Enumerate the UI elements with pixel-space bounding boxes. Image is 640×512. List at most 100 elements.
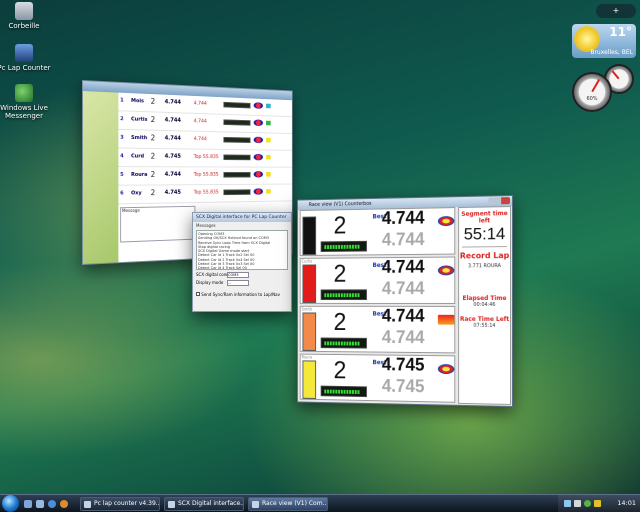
lane-driver-name: Curtis	[302, 259, 313, 264]
driver-name: Curtis	[131, 117, 147, 123]
best-lap-time: 4.744	[165, 135, 181, 142]
lane-best-time: 4.744	[382, 306, 425, 327]
lane-best-time: 4.744	[382, 257, 425, 278]
car-icon	[438, 364, 454, 374]
scx-port-select[interactable]: COM3	[227, 272, 249, 278]
volume-icon[interactable]	[574, 500, 581, 507]
lane-color-swatch	[266, 138, 271, 143]
lap-count: 2	[151, 152, 155, 161]
lane-color-swatch	[266, 155, 271, 160]
weather-temperature: 11°	[609, 25, 632, 39]
segment-time-label: Segment time left	[459, 210, 510, 225]
desktop-icon-label: Windows Live Messenger	[0, 104, 54, 120]
lane-color-indicator	[302, 312, 316, 350]
best-lap-time: 4.744	[165, 171, 181, 178]
car-icon	[254, 102, 263, 109]
scx-messages-label: Messages	[193, 222, 291, 229]
lap-count: 2	[151, 170, 155, 179]
race-time-left-value: 07:55:14	[459, 323, 510, 329]
messenger-tray-icon[interactable]	[584, 500, 591, 507]
lap-table-row: 3 Smith 2 4.744 4.744	[118, 130, 292, 151]
scx-window-title[interactable]: SCX Digital interface for PC Lap Counter	[193, 213, 291, 222]
fuel-level	[324, 245, 359, 249]
desktop-icon-recycle-bin[interactable]: Corbeille	[0, 2, 54, 30]
elapsed-time-value: 00:04:46	[459, 302, 510, 308]
lap-count: 2	[151, 97, 155, 106]
taskbar-clock[interactable]: 14:01	[617, 499, 636, 507]
desktop-icon-messenger[interactable]: Windows Live Messenger	[0, 84, 54, 120]
lane-fuel-bar	[321, 289, 367, 300]
fuel-level	[324, 341, 359, 345]
driver-name: Mois	[131, 98, 144, 104]
driver-name: Roura	[131, 172, 147, 178]
weather-gadget[interactable]: 11° Bruxelles, BEL	[572, 24, 636, 58]
scx-digital-interface-window[interactable]: SCX Digital interface for PC Lap Counter…	[192, 212, 292, 312]
fuel-bar	[223, 154, 250, 160]
lap-table-row: 5 Roura 2 4.744 Top 55.835	[118, 167, 292, 186]
lap-count: 2	[151, 115, 155, 124]
fuel-level	[324, 390, 359, 395]
taskbar-item-scx-digital[interactable]: SCX Digital interface...	[164, 497, 244, 511]
fuel-bar	[223, 102, 250, 109]
start-button[interactable]	[2, 495, 19, 512]
car-icon	[438, 265, 454, 275]
position: 2	[120, 116, 123, 122]
switch-windows-icon[interactable]	[36, 500, 44, 508]
race-window-title: Race view (V1) Counterbox	[309, 201, 372, 208]
scx-message-log[interactable]: Opening COM3 Sending OK/SCX Hot/rod found…	[196, 230, 288, 270]
lane-best-time: 4.744	[382, 208, 425, 229]
record-lap-label: Record Lap	[459, 251, 510, 260]
lane-driver-name: Smith	[302, 307, 313, 312]
driver-name: Oxy	[131, 190, 142, 196]
security-icon[interactable]	[594, 500, 601, 507]
checkbox-icon[interactable]	[196, 292, 200, 296]
race-lane: 2 Best 4.744 4.744	[300, 207, 456, 256]
driver-name: Curd	[131, 154, 144, 160]
lane-color-indicator	[302, 265, 316, 303]
race-lane: Smith 2 Best 4.744 4.744	[300, 306, 456, 354]
lane-color-swatch	[266, 172, 271, 177]
sidebar-add-gadget-button[interactable]: +	[596, 4, 636, 18]
browser-icon[interactable]	[48, 500, 56, 508]
scx-checkbox-row[interactable]: Send Sync/Ram information to Lap/Nav	[193, 291, 291, 299]
fuel-bar	[223, 189, 250, 195]
best-lap-time: 4.744	[165, 117, 181, 124]
taskbar-item-race-view[interactable]: Race view (V1) Com...	[248, 497, 328, 511]
car-icon	[254, 188, 263, 194]
top-speed: 4.744	[194, 101, 207, 107]
desktop-icon-pc-lap-counter[interactable]: Pc Lap Counter	[0, 44, 54, 72]
taskbar-item-pc-lap-counter[interactable]: Pc lap counter v4.39...	[80, 497, 160, 511]
lane-last-time: 4.745	[382, 376, 425, 397]
lap-table-row: 4 Curd 2 4.745 Top 55.835	[118, 148, 292, 167]
pc-lap-counter-icon	[15, 44, 33, 62]
lane-color-indicator	[302, 360, 316, 399]
lap-table-row: 6 Oxy 2 4.745 Top 55.835	[118, 184, 292, 204]
media-player-icon[interactable]	[60, 500, 68, 508]
gauge-needle	[591, 79, 600, 92]
lane-driver-name: Roura	[302, 355, 313, 360]
gauge-value: 60%	[574, 96, 610, 102]
lane-fuel-bar	[321, 386, 367, 397]
scx-port-row: SCX digital connected to COM3	[193, 271, 291, 279]
window-controls[interactable]	[488, 197, 510, 204]
race-view-window[interactable]: Race view (V1) Counterbox 2 Best 4.744 4.74…	[297, 195, 513, 407]
divider	[462, 246, 507, 247]
lane-last-time: 4.744	[382, 229, 425, 250]
top-speed: 4.744	[194, 136, 207, 142]
top-speed: Top 55.835	[194, 172, 219, 178]
scx-mode-select[interactable]: ...	[227, 280, 249, 286]
network-icon[interactable]	[564, 500, 571, 507]
best-lap-time: 4.745	[165, 189, 181, 196]
car-icon	[254, 119, 263, 126]
lane-last-time: 4.744	[382, 327, 425, 348]
best-lap-time: 4.744	[165, 98, 181, 105]
lane-lap-count: 2	[334, 309, 347, 337]
cpu-gauge-large[interactable]: 60%	[572, 72, 612, 112]
lane-color-swatch	[266, 104, 271, 109]
position: 6	[120, 191, 123, 197]
show-desktop-icon[interactable]	[24, 500, 32, 508]
race-info-panel: Segment time left 55:14 Record Lap 3.771…	[458, 206, 511, 405]
messages-box[interactable]: Message	[120, 206, 195, 243]
car-icon	[438, 315, 454, 325]
fuel-bar	[223, 172, 250, 178]
